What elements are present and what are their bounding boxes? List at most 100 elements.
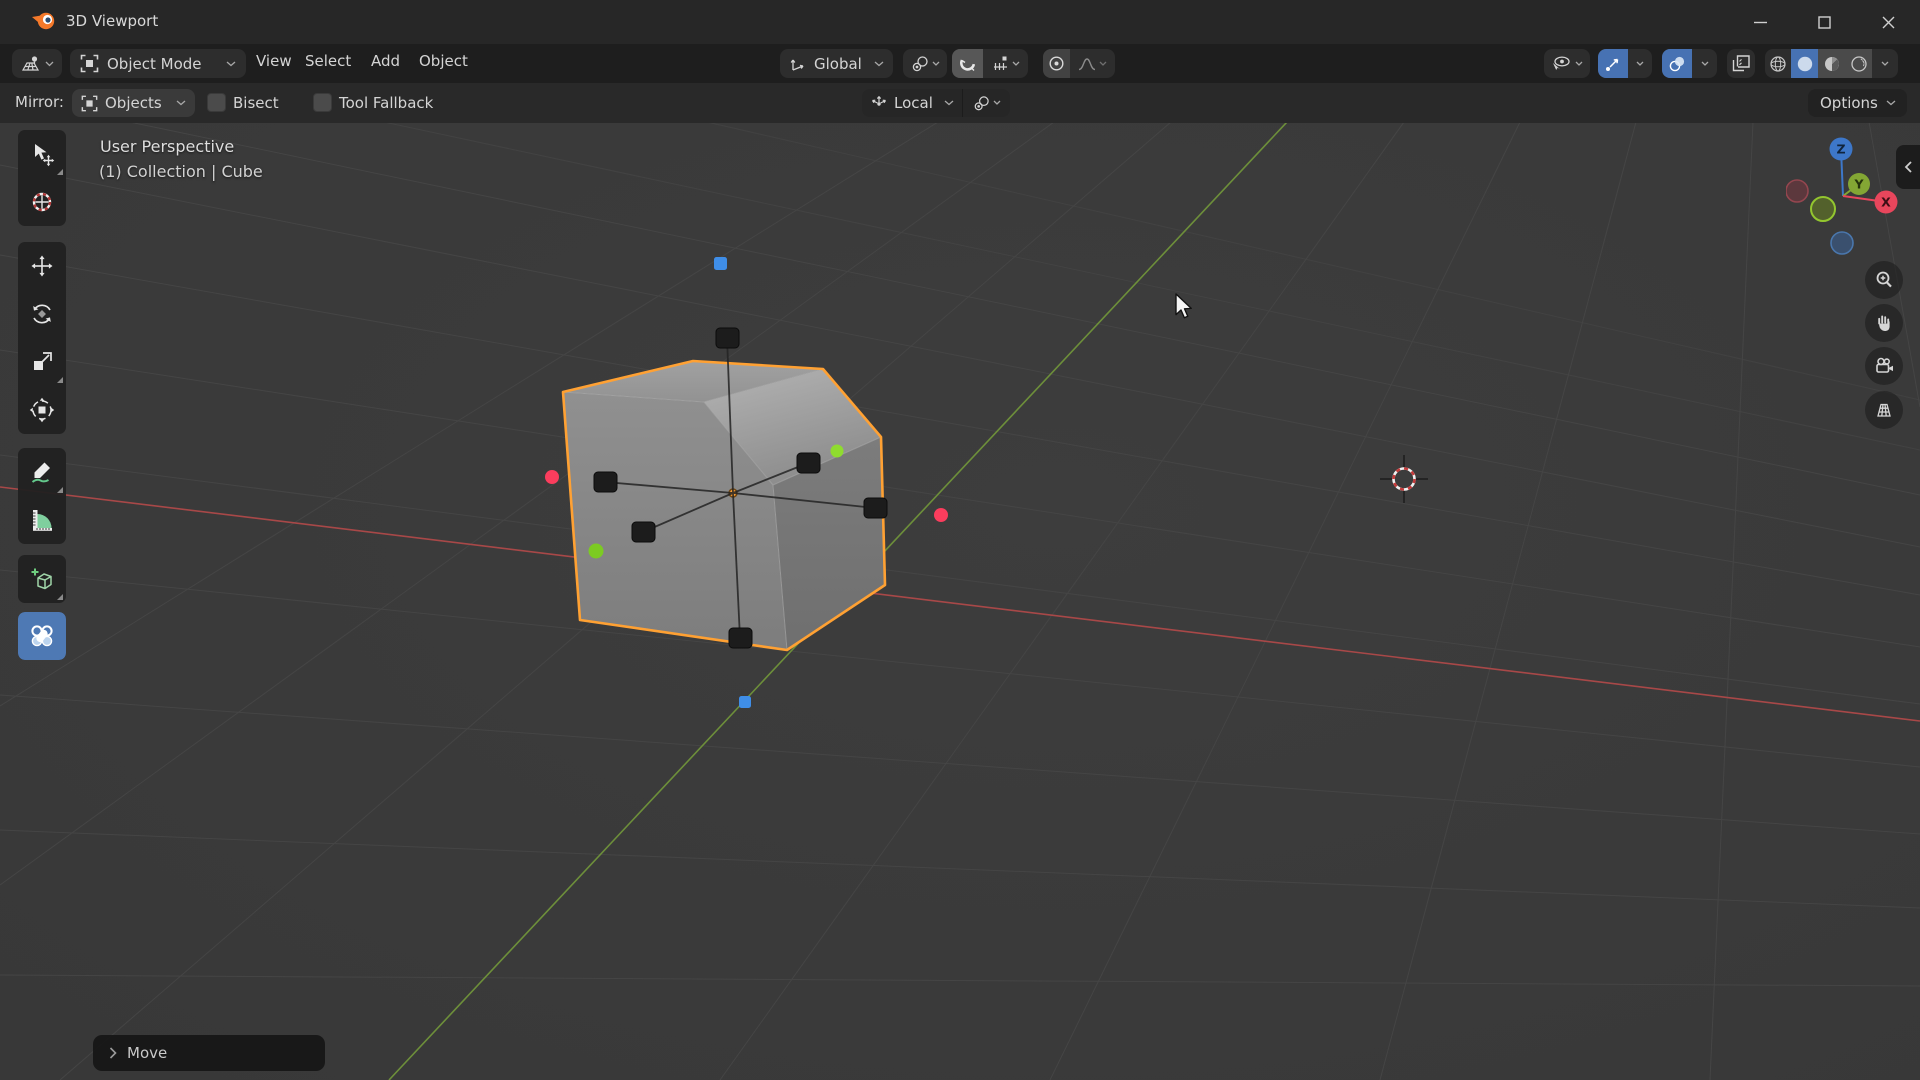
- axis-z-positive-ball[interactable]: Z: [1830, 138, 1853, 161]
- chevron-down-icon: [176, 100, 186, 106]
- bisect-option[interactable]: Bisect: [207, 93, 279, 112]
- axis-x-negative-ball[interactable]: [1786, 180, 1808, 202]
- axis-z-negative-ball[interactable]: [1831, 232, 1853, 254]
- tool-fallback-checkbox[interactable]: [313, 93, 332, 112]
- toggle-xray-button[interactable]: [1727, 49, 1755, 78]
- camera-view-button[interactable]: [1865, 347, 1903, 385]
- tool-pivot-dropdown[interactable]: [963, 89, 1010, 117]
- show-overlays-toggle[interactable]: [1662, 49, 1692, 78]
- chevron-down-icon: [874, 61, 884, 67]
- chevron-down-icon: [1886, 100, 1896, 106]
- shading-solid-icon: [1796, 55, 1814, 73]
- perspective-toggle-button[interactable]: [1865, 391, 1903, 429]
- options-label: Options: [1820, 94, 1878, 112]
- shading-wireframe-button[interactable]: [1765, 49, 1791, 78]
- gizmo-dropdown[interactable]: [1628, 49, 1652, 78]
- bisect-checkbox[interactable]: [207, 93, 226, 112]
- close-button[interactable]: [1856, 0, 1920, 44]
- collection-context-label: (1) Collection | Cube: [99, 162, 263, 181]
- svg-text:X: X: [1881, 195, 1891, 210]
- mirror-axis-z-positive-handle[interactable]: [714, 257, 727, 270]
- mirror-axis-x-positive-handle[interactable]: [934, 508, 948, 522]
- tool-button-tweak-select[interactable]: [18, 130, 66, 178]
- snap-to-dropdown[interactable]: [983, 49, 1028, 78]
- zoom-button[interactable]: [1865, 261, 1903, 299]
- tool-fallback-label: Tool Fallback: [339, 94, 433, 112]
- mirror-axis-y-positive-handle[interactable]: [831, 445, 844, 458]
- toggle-xray-icon: [1732, 54, 1751, 73]
- bisect-label: Bisect: [233, 94, 279, 112]
- tool-button-rotate[interactable]: [18, 290, 66, 338]
- proportional-editing-toggle[interactable]: [1043, 49, 1070, 78]
- minimize-button[interactable]: [1728, 0, 1792, 44]
- snap-increment-icon: [992, 55, 1009, 72]
- overlays-group: [1662, 49, 1717, 78]
- orientation-label: Global: [814, 55, 862, 73]
- tool-button-scale[interactable]: [18, 338, 66, 386]
- tool-button-cursor-3d[interactable]: [18, 178, 66, 226]
- chevron-down-icon: [1881, 61, 1889, 67]
- tool-button-measure[interactable]: [18, 496, 66, 544]
- pivot-point-dropdown[interactable]: [903, 49, 947, 78]
- chevron-down-icon: [45, 61, 54, 67]
- gizmos-group: [1598, 49, 1652, 78]
- tool-orientation-label: Local: [894, 94, 933, 112]
- mirror-axis-y-negative-handle[interactable]: [589, 544, 604, 559]
- show-gizmo-toggle[interactable]: [1598, 49, 1628, 78]
- navigation-gizmo[interactable]: Z Y X: [1786, 134, 1902, 259]
- proportional-group: [1043, 49, 1115, 78]
- tool-orientation-group: Local: [862, 89, 1010, 117]
- shading-dropdown[interactable]: [1872, 49, 1898, 78]
- shading-material-button[interactable]: [1818, 49, 1845, 78]
- tool-button-transform[interactable]: [18, 386, 66, 434]
- overlays-icon: [1668, 55, 1686, 73]
- mirror-object-dropdown[interactable]: Objects: [72, 89, 195, 117]
- mouse-cursor: [1176, 294, 1191, 318]
- mirror-axis-z-negative-handle[interactable]: [739, 696, 751, 708]
- blender-window: 3D Viewport: [0, 0, 1920, 1080]
- mirror-tool-label: Mirror:: [15, 93, 64, 111]
- menu-add[interactable]: Add: [358, 45, 413, 77]
- orientation-local-icon: [870, 95, 888, 111]
- operator-panel-move[interactable]: Move: [93, 1035, 325, 1071]
- snap-toggle-button[interactable]: [952, 49, 983, 78]
- operator-panel-label: Move: [127, 1044, 167, 1062]
- mirror-axis-x-negative-handle[interactable]: [545, 470, 559, 484]
- chevron-down-icon: [1012, 61, 1020, 67]
- axis-y-positive-ball[interactable]: Y: [1848, 173, 1870, 195]
- toolbar-group-select: [18, 130, 66, 226]
- pivot-point-icon: [911, 55, 929, 73]
- mode-dropdown-label: Object Mode: [107, 55, 202, 73]
- axis-y-negative-ball[interactable]: [1811, 197, 1835, 221]
- tool-button-move[interactable]: [18, 242, 66, 290]
- pan-button[interactable]: [1865, 304, 1903, 342]
- shading-solid-button[interactable]: [1791, 49, 1818, 78]
- tool-fallback-option[interactable]: Tool Fallback: [313, 93, 433, 112]
- falloff-dropdown[interactable]: [1070, 49, 1115, 78]
- axis-x-line: [0, 487, 1920, 721]
- sidebar-collapse-tab[interactable]: [1896, 145, 1920, 189]
- axis-x-positive-ball[interactable]: X: [1875, 191, 1898, 214]
- viewport-header: Object Mode View Select Add Object Globa…: [0, 44, 1920, 83]
- gizmos-icon: [1604, 55, 1622, 73]
- visibility-dropdown[interactable]: [1544, 49, 1590, 78]
- tool-button-mirror[interactable]: [18, 612, 66, 660]
- menu-select[interactable]: Select: [292, 45, 364, 77]
- maximize-button[interactable]: [1792, 0, 1856, 44]
- viewport-canvas[interactable]: [0, 123, 1920, 1080]
- menu-object[interactable]: Object: [406, 45, 481, 77]
- chevron-down-icon: [1099, 61, 1107, 67]
- shading-rendered-button[interactable]: [1845, 49, 1872, 78]
- tool-button-annotate[interactable]: [18, 448, 66, 496]
- mode-dropdown[interactable]: Object Mode: [70, 49, 246, 78]
- viewport-3d[interactable]: User Perspective (1) Collection | Cube: [0, 123, 1920, 1080]
- tool-button-add-cube[interactable]: [18, 555, 66, 603]
- title-bar[interactable]: 3D Viewport: [0, 0, 1920, 44]
- cube-object[interactable]: [563, 361, 885, 650]
- options-dropdown[interactable]: Options: [1808, 89, 1907, 117]
- editor-type-button[interactable]: [12, 49, 62, 78]
- tool-settings-bar: Mirror: Objects Bisect Tool Fallback: [0, 83, 1920, 123]
- overlays-dropdown[interactable]: [1692, 49, 1717, 78]
- transform-orientation-dropdown[interactable]: Global: [780, 49, 893, 78]
- tool-orientation-dropdown[interactable]: Local: [862, 89, 962, 117]
